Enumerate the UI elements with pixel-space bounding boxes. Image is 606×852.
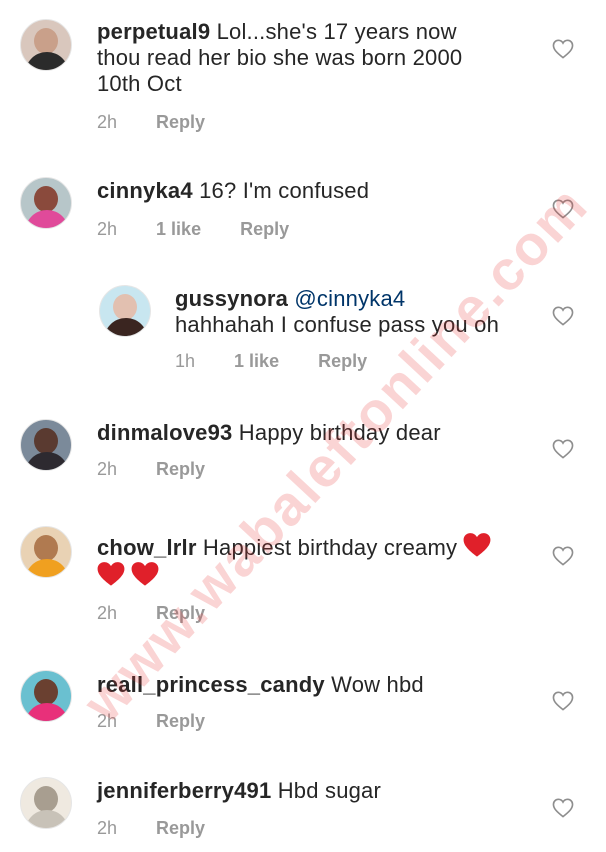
comment-time: 2h — [97, 112, 118, 132]
comment-username[interactable]: cinnyka4 — [97, 178, 193, 203]
comment-item: reall_princess_candy Wow hbd 2h Reply — [0, 650, 606, 755]
comment-text: gussynora @cinnyka4 hahhahah I confuse p… — [175, 286, 499, 338]
comment-body: Happy birthday dear — [238, 420, 441, 445]
comment-body: Happiest birthday creamy — [202, 535, 458, 560]
reply-item: gussynora @cinnyka4 hahhahah I confuse p… — [0, 262, 606, 392]
comment-meta: 2h Reply — [97, 112, 239, 133]
avatar[interactable] — [99, 285, 151, 337]
comment-time: 2h — [97, 459, 118, 479]
comment-body: 10th Oct — [97, 71, 182, 96]
avatar[interactable] — [20, 777, 72, 829]
comment-username[interactable]: chow_lrlr — [97, 535, 197, 560]
reply-button[interactable]: Reply — [156, 112, 205, 132]
comment-text: reall_princess_candy Wow hbd — [97, 672, 424, 698]
heart-outline-icon[interactable] — [552, 306, 574, 326]
heart-outline-icon[interactable] — [552, 39, 574, 59]
reply-button[interactable]: Reply — [156, 603, 205, 623]
comment-body: thou read her bio she was born 2000 — [97, 45, 463, 70]
comment-time: 2h — [97, 818, 118, 838]
comment-meta: 1h 1 like Reply — [175, 351, 401, 372]
comment-text: cinnyka4 16? I'm confused — [97, 178, 369, 204]
comment-text: jenniferberry491 Hbd sugar — [97, 778, 381, 804]
red-heart-emoji — [97, 562, 125, 586]
likes-count[interactable]: 1 like — [156, 219, 201, 239]
comment-time: 1h — [175, 351, 196, 371]
comment-meta: 2h Reply — [97, 818, 239, 839]
red-heart-emoji — [131, 562, 159, 586]
comment-username[interactable]: jenniferberry491 — [97, 778, 271, 803]
comment-time: 2h — [97, 219, 118, 239]
comment-text: dinmalove93 Happy birthday dear — [97, 420, 441, 446]
reply-button[interactable]: Reply — [156, 459, 205, 479]
comment-item: perpetual9 Lol...she's 17 years now thou… — [0, 0, 606, 150]
heart-outline-icon[interactable] — [552, 199, 574, 219]
avatar[interactable] — [20, 526, 72, 578]
heart-outline-icon[interactable] — [552, 691, 574, 711]
comment-username[interactable]: dinmalove93 — [97, 420, 232, 445]
comment-time: 2h — [97, 603, 118, 623]
avatar[interactable] — [20, 177, 72, 229]
comment-item: cinnyka4 16? I'm confused 2h 1 like Repl… — [0, 150, 606, 260]
comment-time: 2h — [97, 711, 118, 731]
comment-body: Wow hbd — [331, 672, 424, 697]
comment-meta: 2h Reply — [97, 459, 239, 480]
comment-username[interactable]: perpetual9 — [97, 19, 210, 44]
comment-meta: 2h 1 like Reply — [97, 219, 323, 240]
reply-button[interactable]: Reply — [156, 711, 205, 731]
avatar[interactable] — [20, 419, 72, 471]
comment-username[interactable]: reall_princess_candy — [97, 672, 325, 697]
red-heart-emoji — [464, 533, 491, 557]
comment-body: hahhahah I confuse pass you oh — [175, 312, 500, 337]
comment-body: 16? I'm confused — [199, 178, 370, 203]
comment-item: dinmalove93 Happy birthday dear 2h Reply — [0, 395, 606, 500]
reply-button[interactable]: Reply — [240, 219, 289, 239]
comment-text: chow_lrlr Happiest birthday creamy — [97, 532, 491, 590]
comment-body: Hbd sugar — [277, 778, 382, 803]
avatar[interactable] — [20, 670, 72, 722]
reply-button[interactable]: Reply — [156, 818, 205, 838]
likes-count[interactable]: 1 like — [234, 351, 279, 371]
comment-username[interactable]: gussynora — [175, 286, 288, 311]
comment-meta: 2h Reply — [97, 603, 239, 624]
mention-link[interactable]: @cinnyka4 — [294, 286, 405, 311]
comment-item: jenniferberry491 Hbd sugar 2h Reply — [0, 755, 606, 852]
comment-item: chow_lrlr Happiest birthday creamy 2h Re… — [0, 500, 606, 650]
heart-outline-icon[interactable] — [552, 439, 574, 459]
reply-button[interactable]: Reply — [318, 351, 367, 371]
heart-outline-icon[interactable] — [552, 546, 574, 566]
comment-text: perpetual9 Lol...she's 17 years now thou… — [97, 19, 462, 97]
comment-meta: 2h Reply — [97, 711, 239, 732]
comment-body: Lol...she's 17 years now — [216, 19, 457, 44]
heart-outline-icon[interactable] — [552, 798, 574, 818]
avatar[interactable] — [20, 19, 72, 71]
